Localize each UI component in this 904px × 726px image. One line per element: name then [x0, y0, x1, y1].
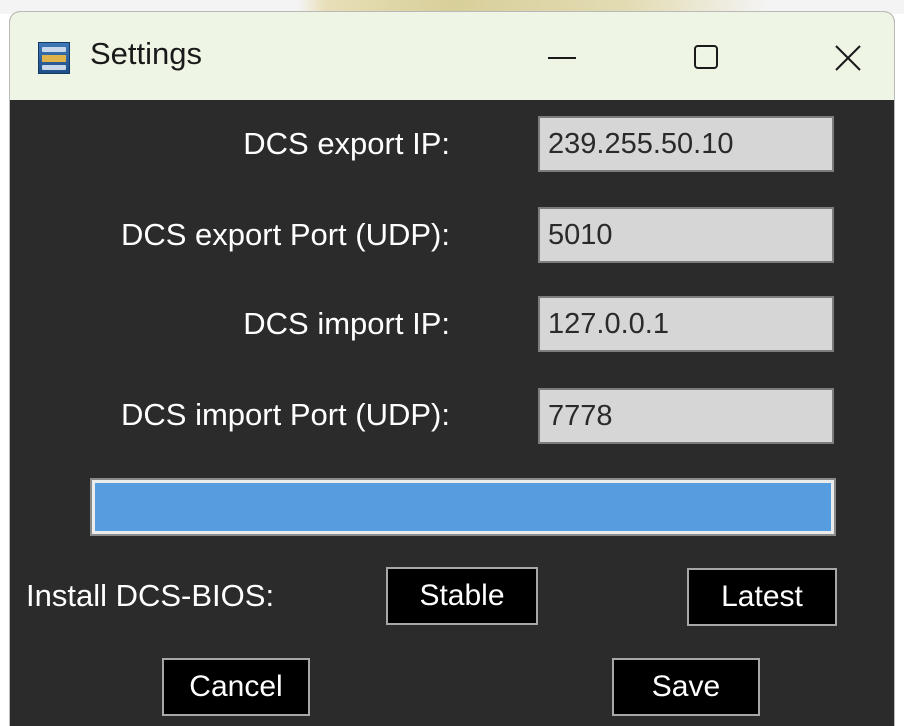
close-icon — [835, 45, 861, 71]
settings-window: Settings DCS export IP: 239.255.50.10 DC… — [10, 12, 894, 726]
install-progress-bar — [90, 478, 836, 536]
dcs-bios-app-icon — [38, 42, 70, 74]
latest-button[interactable]: Latest — [687, 568, 837, 626]
import-ip-field[interactable]: 127.0.0.1 — [538, 296, 834, 352]
import-ip-label: DCS import IP: — [243, 306, 450, 341]
minimize-button[interactable] — [532, 32, 592, 84]
save-button[interactable]: Save — [612, 658, 760, 716]
import-port-label: DCS import Port (UDP): — [121, 397, 450, 432]
export-ip-field[interactable]: 239.255.50.10 — [538, 116, 834, 172]
title-bar[interactable]: Settings — [10, 12, 894, 100]
export-port-label: DCS export Port (UDP): — [120, 217, 450, 252]
progress-fill — [95, 483, 831, 531]
maximize-icon — [694, 45, 718, 69]
maximize-button[interactable] — [675, 32, 735, 84]
export-ip-label: DCS export IP: — [243, 126, 450, 161]
minimize-icon — [548, 57, 576, 59]
import-port-field[interactable]: 7778 — [538, 388, 834, 444]
close-button[interactable] — [818, 32, 878, 84]
export-port-field[interactable]: 5010 — [538, 207, 834, 263]
install-dcs-bios-label: Install DCS-BIOS: — [26, 578, 275, 613]
cancel-button[interactable]: Cancel — [162, 658, 310, 716]
window-title: Settings — [90, 36, 203, 71]
stable-button[interactable]: Stable — [386, 567, 538, 625]
